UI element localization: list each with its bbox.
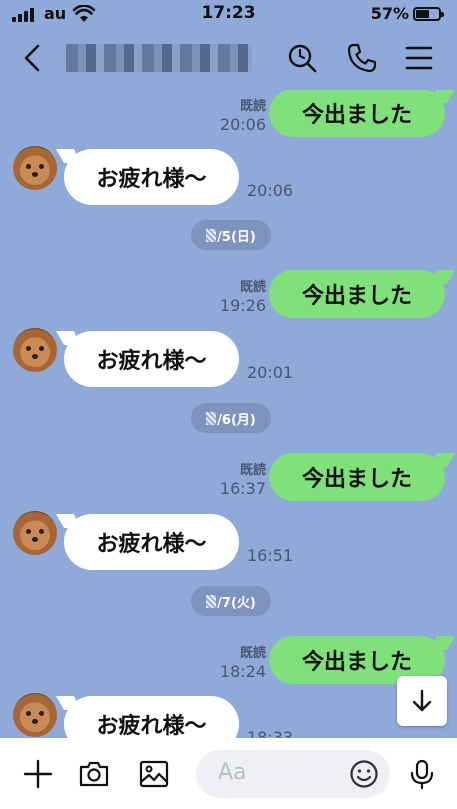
message-time: 20:06 — [247, 181, 294, 200]
emoji-icon[interactable] — [348, 758, 380, 790]
message-input-bar: Aa — [0, 738, 457, 809]
message-bubble[interactable]: 今出ました — [269, 453, 445, 501]
date-separator: /5(日) — [191, 220, 271, 250]
status-bar: au 17:23 57% — [0, 0, 457, 28]
avatar[interactable] — [13, 328, 57, 372]
avatar[interactable] — [13, 511, 57, 555]
battery-percent: 57% — [370, 4, 409, 23]
message-time: 16:37 — [219, 479, 266, 498]
message-input[interactable]: Aa — [196, 750, 390, 798]
date-label: /7(火) — [217, 595, 256, 611]
message-bubble[interactable]: 今出ました — [269, 90, 445, 137]
message-time: 16:51 — [247, 546, 294, 565]
read-receipt: 既読 — [239, 646, 266, 661]
avatar[interactable] — [13, 146, 57, 190]
date-label: /6(月) — [217, 412, 256, 428]
battery-icon — [413, 7, 444, 21]
date-label: /5(日) — [217, 229, 256, 245]
arrow-down-icon — [412, 689, 432, 712]
message-time: 20:06 — [219, 115, 266, 134]
message-time: 18:24 — [219, 662, 266, 681]
phone-icon[interactable] — [346, 42, 378, 74]
plus-icon[interactable] — [22, 758, 54, 790]
message-bubble[interactable]: お疲れ様〜 — [64, 149, 239, 205]
message-bubble[interactable]: 今出ました — [269, 270, 445, 318]
read-receipt: 既読 — [239, 99, 266, 114]
message-bubble[interactable]: お疲れ様〜 — [64, 514, 239, 570]
input-placeholder: Aa — [218, 760, 247, 785]
message-time: 19:26 — [219, 296, 266, 315]
contact-name-redacted — [66, 44, 252, 72]
mic-icon[interactable] — [406, 758, 438, 790]
scroll-to-bottom-button[interactable] — [397, 676, 447, 726]
camera-icon[interactable] — [78, 758, 110, 790]
avatar[interactable] — [13, 693, 57, 737]
read-receipt: 既読 — [239, 463, 266, 478]
message-bubble[interactable]: お疲れ様〜 — [64, 696, 239, 738]
redacted-digit — [206, 411, 217, 425]
date-separator: /7(火) — [191, 586, 271, 616]
message-time: 20:01 — [247, 363, 294, 382]
image-icon[interactable] — [138, 758, 170, 790]
menu-icon[interactable] — [403, 42, 435, 74]
message-time: 18:33 — [247, 728, 294, 738]
message-list[interactable]: 既読 20:06 今出ました お疲れ様〜 20:06 /5(日) 既読 19:2… — [0, 90, 457, 738]
search-icon[interactable] — [286, 42, 318, 74]
back-icon[interactable] — [18, 42, 50, 74]
read-receipt: 既読 — [239, 280, 266, 295]
message-bubble[interactable]: お疲れ様〜 — [64, 331, 239, 387]
redacted-digit — [206, 594, 217, 608]
redacted-digit — [206, 228, 217, 242]
chat-header — [0, 28, 457, 90]
date-separator: /6(月) — [191, 403, 271, 433]
